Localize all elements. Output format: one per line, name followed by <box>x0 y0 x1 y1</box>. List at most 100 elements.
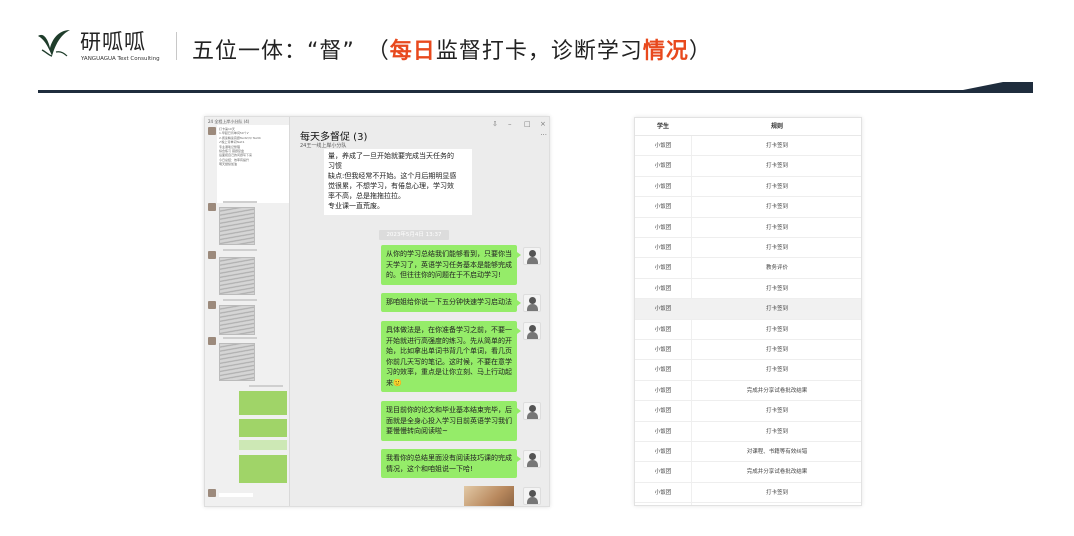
table-row[interactable]: 小饭团 完成并分享试卷批改结果 <box>635 462 861 483</box>
background-green-bubble <box>239 440 287 450</box>
cell-rule: 完成并分享试卷批改结果 <box>746 469 808 476</box>
outgoing-message: 从你的学习总结我们能够看到，只要你当 天学习了，英语学习任务基本是能够完成 的。… <box>381 245 521 285</box>
table-row[interactable]: 小饭团 打卡签到 <box>635 177 861 198</box>
cell-rule: 打卡签到 <box>765 408 788 415</box>
homework-photo <box>219 343 255 381</box>
column-header-rule: 规则 <box>770 123 783 130</box>
chat-subtitle: 24王一线上岸小分队 <box>300 143 347 149</box>
background-timestamp <box>223 299 257 301</box>
table-header: 学生 规则 <box>635 118 861 136</box>
table-row[interactable]: 小饭团 打卡签到 <box>635 279 861 300</box>
more-options-icon[interactable]: ··· <box>540 131 547 139</box>
homework-photo <box>219 257 255 295</box>
message-timestamp: 2023年5月4日 13:37 <box>379 230 449 240</box>
table-row[interactable]: 小饭团 打卡签到 <box>635 238 861 259</box>
cell-rule: 打卡签到 <box>765 367 788 374</box>
minimize-button[interactable]: – <box>508 120 512 128</box>
table-row[interactable]: 小饭团 打卡签到 <box>635 218 861 238</box>
cell-student: 小饭团 <box>654 347 672 353</box>
table-row[interactable]: 小饭团 打卡签到 <box>635 360 861 381</box>
outgoing-message: 现目前你的论文和毕业基本结束完毕，后 面就是全身心投入学习目前英语学习我们 要慢… <box>381 401 521 441</box>
brand-logo: 研呱呱 YANGUAGUA Text Consulting <box>36 24 166 68</box>
table-row[interactable]: 小饭团 打卡签到 <box>635 320 861 340</box>
cell-rule: 打卡签到 <box>765 245 788 251</box>
cell-student: 小饭团 <box>654 367 672 374</box>
cell-rule: 教务评价 <box>765 265 788 272</box>
avatar <box>208 489 216 497</box>
cell-rule: 打卡签到 <box>765 183 788 190</box>
avatar <box>208 337 216 345</box>
cell-student: 小饭团 <box>654 469 672 476</box>
header-divider <box>176 32 177 60</box>
sent-photo[interactable] <box>464 486 514 506</box>
table-row[interactable]: 小饭团 打卡签到 <box>635 401 861 422</box>
avatar[interactable] <box>523 450 541 468</box>
cell-rule: 打卡签到 <box>765 285 788 292</box>
background-timestamp <box>223 337 257 339</box>
cell-student: 小饭团 <box>654 204 672 211</box>
chat-title: 每天多督促 (3) <box>300 132 368 143</box>
homework-photo <box>219 207 255 245</box>
table-row[interactable]: 小饭团 打卡签到 <box>635 422 861 442</box>
avatar <box>208 251 216 259</box>
logo-bird-icon <box>38 30 70 57</box>
cell-student: 小饭团 <box>654 143 672 149</box>
title-middle: 监督打卡，诊断学习 <box>435 39 643 64</box>
background-group-chat: 24 全程上岸小分队 (4) 打卡第10天 1.早起已背单词50个✔ 2.阅读精… <box>205 117 291 506</box>
cell-rule: 打卡签到 <box>765 224 788 231</box>
background-reply <box>219 493 253 497</box>
avatar[interactable] <box>523 402 541 420</box>
outgoing-message: 我看你的总结里面没有阅读技巧课的完成 情况，这个和咱姐说一下哈! <box>381 449 521 478</box>
table-row[interactable]: 小饭团 打卡签到 <box>635 299 861 320</box>
avatar[interactable] <box>523 487 541 505</box>
cell-rule: 完成并分享试卷批改结果 <box>746 387 808 394</box>
outgoing-message: 那咱姐给你说一下五分钟快速学习启动法 <box>381 293 521 312</box>
title-prefix: 五位一体：“督” （ <box>192 39 390 64</box>
cell-rule: 打卡签到 <box>765 143 788 149</box>
title-highlight-daily: 每日 <box>389 39 436 64</box>
cell-student: 小饭团 <box>654 326 672 333</box>
avatar[interactable] <box>523 294 541 312</box>
logo-text: 研呱呱 <box>80 30 146 54</box>
cell-student: 小饭团 <box>654 306 672 313</box>
pin-icon[interactable]: ⇩ <box>492 120 498 128</box>
title-suffix: ） <box>688 39 712 64</box>
table-row[interactable]: 小饭团 打卡签到 <box>635 340 861 361</box>
table-row[interactable]: 小饭团 对课程、书籍等有效纠错 <box>635 442 861 463</box>
cell-student: 小饭团 <box>654 163 672 170</box>
table-row[interactable]: 小饭团 教务评价 <box>635 258 861 279</box>
incoming-message: 量，养成了一旦开始就要完成当天任务的 习惯 缺点:但我经常不开始。这个月后期明显… <box>324 149 472 215</box>
table-row[interactable]: 小饭团 打卡签到 <box>635 156 861 177</box>
background-timestamp <box>223 249 257 251</box>
checkin-table-screenshot: 学生 规则 小饭团 打卡签到 小饭团 打卡签到 小饭团 打卡签到 小饭团 打卡签到 小饭团 打卡签… <box>634 117 862 506</box>
page-title: 五位一体：“督” （每日监督打卡，诊断学习情况） <box>192 33 712 65</box>
homework-photo <box>219 305 255 335</box>
table-row[interactable]: 小饭团 打卡签到 <box>635 483 861 504</box>
table-row[interactable]: 小饭团 打卡签到 <box>635 136 861 157</box>
cell-rule: 对课程、书籍等有效纠错 <box>746 449 808 455</box>
avatar <box>208 301 216 309</box>
avatar[interactable] <box>523 322 541 340</box>
cell-rule: 打卡签到 <box>765 306 788 313</box>
background-green-bubble <box>239 391 287 415</box>
maximize-button[interactable]: □ <box>524 120 531 128</box>
cell-student: 小饭团 <box>654 387 672 394</box>
background-green-bubble <box>239 455 287 483</box>
cell-rule: 打卡签到 <box>765 489 788 496</box>
cell-student: 小饭团 <box>654 428 672 435</box>
avatar <box>208 203 216 211</box>
table-row[interactable]: 小饭团 完成并分享试卷批改结果 <box>635 381 861 402</box>
title-highlight-status: 情况 <box>642 39 689 64</box>
cell-student: 小饭团 <box>654 489 672 496</box>
header-rule <box>38 90 1033 93</box>
logo-subtext: YANGUAGUA Text Consulting <box>81 56 160 62</box>
cell-student: 小饭团 <box>654 183 672 190</box>
avatar <box>208 127 216 135</box>
cell-student: 小饭团 <box>654 245 672 251</box>
background-green-bubble <box>239 419 287 437</box>
avatar[interactable] <box>523 247 541 265</box>
close-button[interactable]: × <box>540 120 546 128</box>
outgoing-message: 具体做法是，在你准备学习之前，不要一 开始就进行高强度的练习。先从简单的开 始，… <box>381 321 521 392</box>
table-row[interactable]: 小饭团 打卡签到 <box>635 197 861 218</box>
header-rule-accent <box>958 82 1033 91</box>
